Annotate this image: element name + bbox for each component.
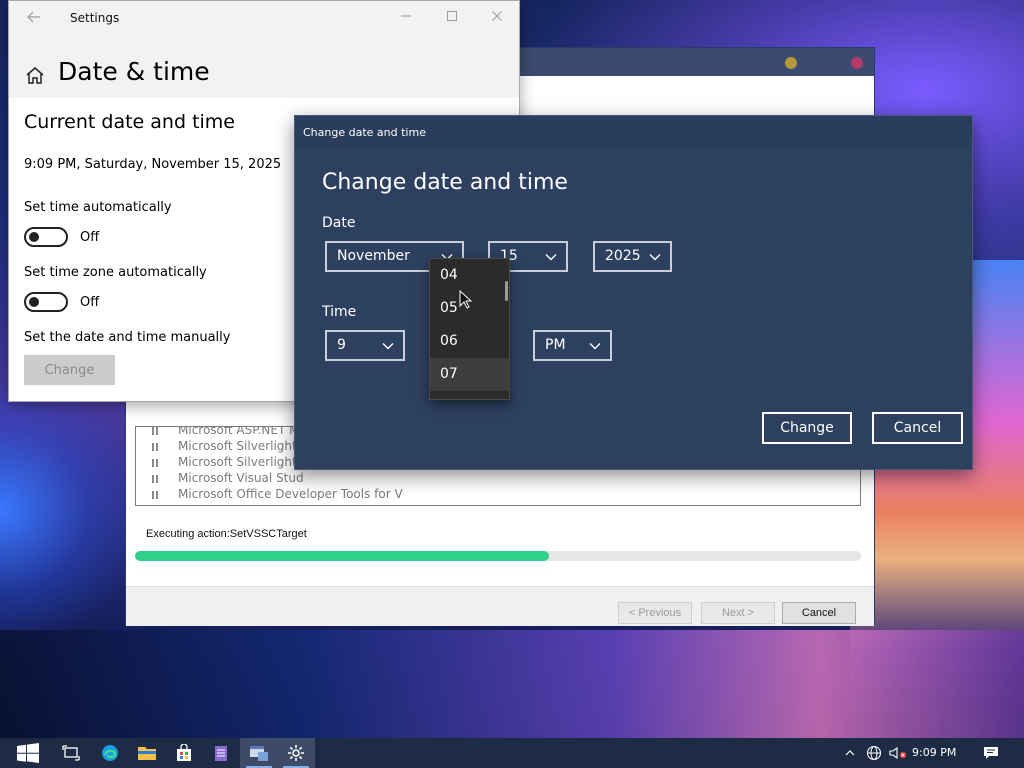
feature-bullet-icon — [152, 443, 158, 451]
maximize-icon[interactable] — [442, 8, 462, 28]
chevron-down-icon — [545, 254, 557, 261]
minute-option-selected[interactable]: 07 — [430, 358, 509, 391]
maximize-dot-icon[interactable] — [819, 57, 831, 69]
current-datetime: 9:09 PM, Saturday, November 15, 2025 — [24, 157, 282, 172]
section-title: Current date and time — [24, 111, 235, 133]
change-button[interactable]: Change — [24, 355, 115, 385]
month-value: November — [337, 248, 410, 264]
chevron-down-icon — [589, 343, 601, 350]
set-time-auto-toggle[interactable] — [24, 227, 68, 247]
set-time-auto-state: Off — [80, 230, 100, 245]
mouse-cursor-icon — [459, 290, 473, 309]
dialog-change-button[interactable]: Change — [762, 412, 852, 444]
notifications-icon[interactable] — [980, 738, 1002, 768]
volume-muted-icon[interactable] — [887, 738, 909, 768]
hour-select[interactable]: 9 — [325, 330, 405, 361]
installer-footer: < Previous Next > Cancel — [126, 586, 874, 626]
list-item: Microsoft ASP.NET M — [152, 427, 300, 439]
close-icon[interactable] — [487, 8, 507, 28]
date-label: Date — [322, 215, 356, 231]
notepad-icon[interactable] — [202, 738, 240, 768]
minimize-icon[interactable] — [396, 8, 416, 28]
manual-label: Set the date and time manually — [24, 330, 231, 345]
home-icon[interactable] — [24, 65, 46, 87]
hour-value: 9 — [337, 337, 346, 353]
settings-titlebar: Settings — [9, 1, 519, 35]
set-timezone-auto-label: Set time zone automatically — [24, 265, 207, 280]
list-item: Microsoft Silverlight — [152, 439, 297, 455]
progress-fill — [135, 551, 549, 561]
status-text: Executing action:SetVSSCTarget — [146, 528, 307, 540]
dialog-cancel-button[interactable]: Cancel — [872, 412, 963, 444]
feature-bullet-icon — [152, 491, 158, 499]
settings-header: Date & time — [9, 35, 519, 98]
ampm-select[interactable]: PM — [533, 330, 612, 361]
page-title: Date & time — [58, 57, 210, 86]
year-value: 2025 — [605, 248, 641, 264]
back-arrow-icon[interactable] — [26, 9, 42, 25]
edge-icon[interactable] — [91, 738, 129, 768]
dropdown-scrollbar[interactable] — [505, 281, 508, 301]
taskbar: 9:09 PM — [0, 738, 1024, 768]
set-timezone-auto-toggle[interactable] — [24, 292, 68, 312]
minute-option[interactable]: 04 — [430, 259, 509, 292]
list-item: Microsoft Silverlight — [152, 455, 297, 471]
set-timezone-auto-state: Off — [80, 295, 100, 310]
close-dot-icon[interactable] — [851, 57, 863, 69]
year-select[interactable]: 2025 — [593, 241, 672, 272]
chevron-down-icon — [649, 254, 661, 261]
list-item: Microsoft Office Developer Tools for V — [152, 487, 403, 503]
network-globe-icon[interactable] — [864, 738, 884, 768]
store-icon[interactable] — [165, 738, 203, 768]
task-view-icon[interactable] — [52, 738, 90, 768]
dialog-titlebar: Change date and time — [295, 116, 972, 148]
minute-option[interactable]: 06 — [430, 325, 509, 358]
chevron-down-icon — [382, 343, 394, 350]
time-label: Time — [322, 304, 357, 320]
installer-cancel-button[interactable]: Cancel — [782, 602, 856, 624]
wallpaper-streak — [0, 630, 1024, 738]
ampm-value: PM — [545, 337, 566, 353]
settings-gear-icon[interactable] — [277, 738, 315, 768]
installer-app-icon[interactable] — [240, 738, 278, 768]
list-item: Microsoft Visual Stud — [152, 471, 304, 487]
feature-bullet-icon — [152, 427, 158, 435]
set-time-auto-label: Set time automatically — [24, 200, 172, 215]
start-icon[interactable] — [9, 738, 47, 768]
taskbar-clock[interactable]: 9:09 PM — [912, 746, 956, 759]
previous-button[interactable]: < Previous — [618, 602, 692, 624]
show-hidden-icons-chevron-icon[interactable] — [842, 738, 858, 768]
dialog-title: Change date and time — [303, 126, 426, 139]
change-date-dialog: Change date and time Change date and tim… — [294, 115, 973, 470]
file-explorer-icon[interactable] — [128, 738, 166, 768]
feature-bullet-icon — [152, 475, 158, 483]
progress-bar — [135, 551, 861, 561]
app-title: Settings — [70, 11, 120, 25]
wallpaper-glow — [0, 380, 140, 640]
next-button[interactable]: Next > — [701, 602, 775, 624]
minute-dropdown-list[interactable]: 04 05 06 07 — [429, 258, 510, 400]
feature-bullet-icon — [152, 459, 158, 467]
dialog-heading: Change date and time — [322, 170, 568, 195]
minimize-dot-icon[interactable] — [785, 57, 797, 69]
